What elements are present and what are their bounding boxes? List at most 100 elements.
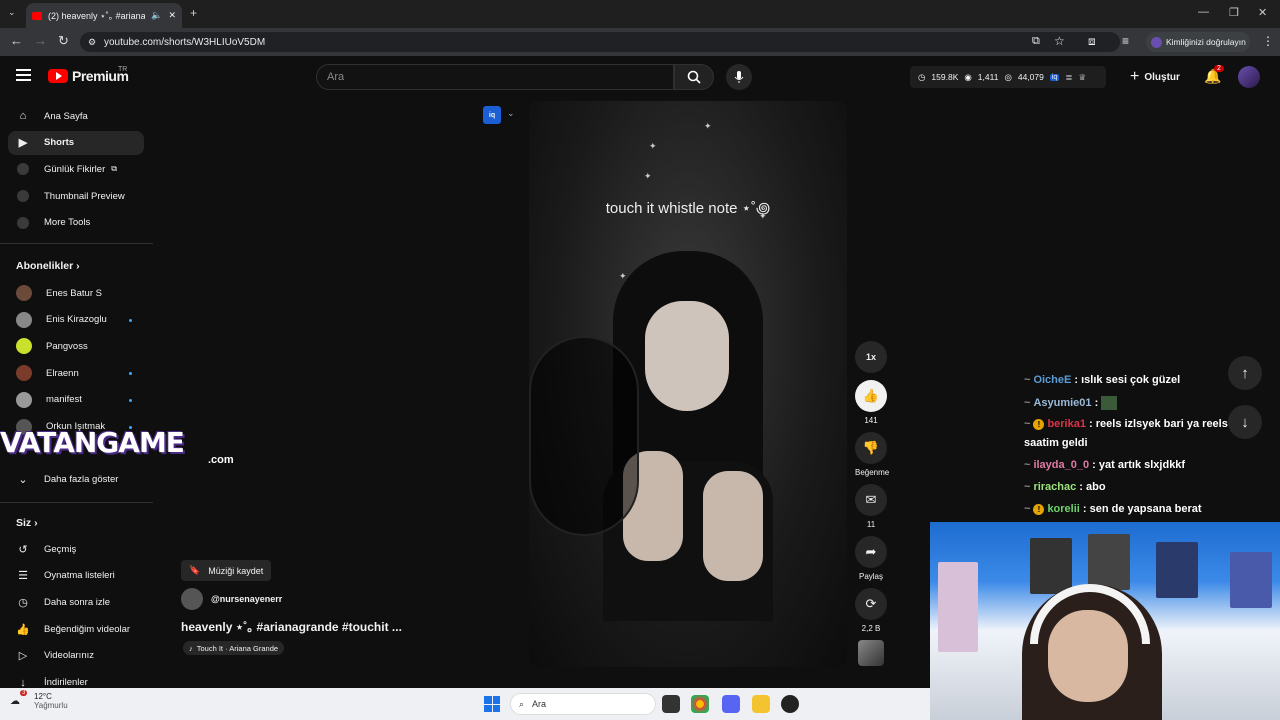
subscriptions-title[interactable]: Abonelikler › [16, 260, 80, 272]
windows-start-icon[interactable] [484, 696, 500, 712]
you-section-title[interactable]: Siz › [16, 517, 38, 529]
sidebar-item-thumbnail-preview[interactable]: Thumbnail Preview [8, 184, 144, 208]
create-button[interactable]: + Oluştur [1130, 68, 1180, 86]
comments-action[interactable]: ✉ 11 [855, 484, 887, 529]
sidebar-item-label: Geçmiş [44, 543, 77, 555]
channel-avatar [16, 311, 32, 328]
site-info-icon[interactable]: ⚙ [88, 37, 96, 48]
thumbs-up-icon: 👍 [16, 623, 30, 636]
minimize-icon[interactable]: — [1198, 6, 1209, 18]
subscription-item[interactable]: Enis Kirazoglu [8, 308, 144, 332]
sidebar-item-thumbs-up[interactable]: 👍 Beğendiğim videolar [8, 617, 144, 641]
tab-search-icon[interactable]: ⌄ [8, 7, 16, 18]
youtube-logo[interactable]: Premium TR [48, 66, 129, 84]
taskbar-search[interactable]: ⌕ Ara [510, 693, 656, 715]
chat-message: ~ rirachac : abo [1024, 481, 1106, 493]
iq-extension-button[interactable]: iq [483, 106, 501, 124]
install-app-icon[interactable]: ⧉ [1032, 35, 1040, 48]
bookmark-star-icon[interactable]: ☆ [1054, 34, 1065, 48]
discord-icon[interactable] [722, 695, 740, 713]
weather-widget[interactable]: ☁ 3 12°C Yağmurlu [10, 690, 68, 710]
address-bar[interactable]: ⚙ youtube.com/shorts/W3HLIUoV5DM [80, 32, 1120, 52]
dislike-action[interactable]: 👎 Beğenme [855, 432, 889, 477]
channel-handle[interactable]: @nursenayenerr [211, 594, 282, 604]
subscription-item[interactable]: manifest [8, 388, 144, 412]
views-icon: ◷ [918, 71, 926, 82]
chrome-icon[interactable] [691, 695, 709, 713]
video-caption: touch it whistle note ⋆˚꩜ [605, 200, 771, 217]
file-explorer-icon[interactable] [752, 695, 770, 713]
chat-separator: : [1089, 459, 1099, 471]
notifications-button[interactable]: 🔔 2 [1204, 65, 1224, 86]
thumbs-down-icon[interactable]: 👎 [855, 432, 887, 464]
sidebar-item-günlük-fikirler[interactable]: Günlük Fikirler ⧉ [8, 157, 144, 181]
remix-icon[interactable]: ⟳ [855, 588, 887, 620]
chat-text: saatim geldi [1024, 437, 1088, 449]
sound-chip[interactable]: ♪ Touch It · Ariana Grande [183, 641, 285, 655]
short-video-player[interactable]: ✦ ✦ ✦ ✦ ✦ touch it whistle note ⋆˚꩜ [529, 101, 847, 667]
sidebar-item-shorts[interactable]: ▶ Shorts [8, 130, 144, 155]
subscription-item[interactable]: Pangvoss [8, 334, 144, 358]
back-icon[interactable]: ← [10, 33, 23, 48]
share-icon[interactable]: ➦ [855, 536, 887, 568]
sidebar-item-label: Beğendiğim videolar [44, 623, 131, 635]
subscription-item[interactable]: Elraenn [8, 361, 144, 385]
remix-action[interactable]: ⟳ 2,2 B [855, 588, 887, 633]
account-avatar[interactable] [1238, 66, 1260, 88]
extensions-icon[interactable]: ⧈ [1088, 34, 1096, 49]
thumbs-up-icon[interactable]: 👍 [855, 380, 887, 412]
media-control-icon[interactable]: ≡ [1122, 34, 1129, 48]
sound-thumbnail[interactable] [858, 640, 884, 666]
profile-chip[interactable]: Kimliğinizi doğrulayın [1146, 32, 1250, 52]
plush-figure [938, 562, 978, 652]
browser-tab[interactable]: (2) heavenly ⋆˚｡ #arianagra 🔈 ✕ [26, 3, 182, 28]
chevron-down-icon: ⌄ [18, 473, 28, 486]
search-input[interactable]: Ara [316, 64, 674, 90]
close-window-icon[interactable]: ✕ [1258, 6, 1267, 19]
task-view-icon[interactable] [662, 695, 680, 713]
tab-close-icon[interactable]: ✕ [168, 10, 176, 21]
browser-menu-icon[interactable]: ⋮ [1262, 34, 1274, 48]
new-tab-icon[interactable]: + [190, 6, 197, 20]
channel-avatar [16, 285, 32, 301]
sidebar-item-video[interactable]: ▷ Videolarınız [8, 644, 144, 668]
list-icon[interactable]: ≣ [1065, 72, 1072, 83]
voice-search-button[interactable] [726, 64, 752, 90]
channel-link[interactable]: @nursenayenerr [181, 588, 282, 610]
video-title[interactable]: heavenly ⋆˚｡ #arianagrande #touchit ... [181, 618, 402, 635]
subscription-item[interactable]: Enes Batur S [8, 281, 144, 305]
menu-hamburger-icon[interactable] [16, 69, 31, 81]
iq-icon[interactable]: iq [1049, 73, 1060, 81]
remix-count: 2,2 B [861, 624, 881, 633]
search-placeholder: Ara [327, 71, 345, 83]
forward-icon[interactable]: → [34, 33, 47, 48]
sidebar-item-playlist[interactable]: ☰ Oynatma listeleri [8, 564, 144, 588]
sidebar-item-clock[interactable]: ◷ Daha sonra izle [8, 590, 144, 614]
youtube-play-icon [48, 69, 68, 83]
chat-username: Asyumie01 [1033, 396, 1092, 409]
like-action[interactable]: 👍 141 [855, 380, 887, 425]
sidebar-item-more-tools[interactable]: More Tools [8, 211, 144, 235]
wall-poster [1088, 534, 1130, 590]
weather-temp: 12°C [34, 692, 52, 701]
app-icon[interactable] [781, 695, 799, 713]
share-action[interactable]: ➦ Paylaş [855, 536, 887, 581]
sidebar-item-history[interactable]: ↺ Geçmiş [8, 537, 144, 561]
youtube-favicon-icon [32, 11, 42, 20]
wall-poster [1030, 538, 1072, 594]
trophy-icon[interactable]: ♕ [1078, 72, 1086, 83]
show-more-button[interactable]: ⌄ Daha fazla göster [8, 467, 144, 491]
sidebar-item-ana-sayfa[interactable]: ⌂ Ana Sayfa [8, 104, 144, 128]
comment-icon[interactable]: ✉ [855, 484, 887, 516]
chevron-down-icon[interactable]: ⌄ [507, 108, 515, 119]
reload-icon[interactable]: ↻ [58, 33, 69, 49]
playback-speed-button[interactable]: 1x [855, 341, 887, 373]
external-link-icon: ⧉ [111, 164, 117, 174]
previous-short-button[interactable]: ↑ [1228, 356, 1262, 390]
sidebar-item-label: İndirilenler [44, 677, 88, 688]
channel-avatar[interactable] [181, 588, 203, 610]
save-music-button[interactable]: 🔖 Müziği kaydet [181, 560, 272, 581]
search-button[interactable] [674, 64, 714, 90]
next-short-button[interactable]: ↓ [1228, 405, 1262, 439]
restore-icon[interactable]: ❐ [1229, 6, 1239, 19]
